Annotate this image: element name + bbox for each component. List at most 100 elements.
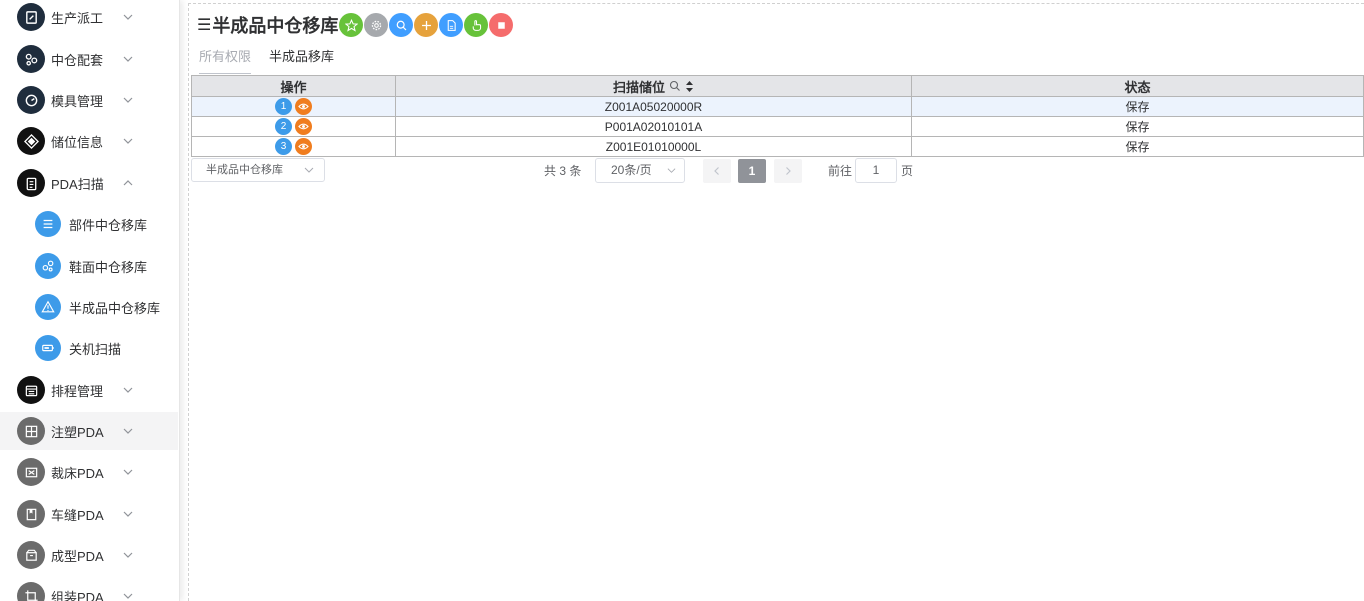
chevron-right-icon [786,167,791,175]
sidebar-item-pda-scan[interactable]: PDA扫描 [0,164,178,202]
page-number-current[interactable]: 1 [738,159,766,183]
box-icon [17,541,45,569]
list-icon [35,211,61,237]
sidebar-subitem-label: 关机扫描 [69,341,122,357]
grid-icon [17,417,45,445]
favorite-button[interactable] [339,13,364,37]
chevron-down-icon [123,138,133,144]
sidebar-item-mold-management[interactable]: 模具管理 [0,81,178,119]
next-page-button[interactable] [774,159,802,183]
menu-toggle-icon[interactable]: ☰ [197,15,211,35]
chevron-left-icon [714,167,719,175]
share-nodes-icon [35,253,61,279]
add-button[interactable] [414,13,439,37]
sidebar-subitem-label: 鞋面中仓移库 [69,259,148,275]
page-size-select[interactable]: 20条/页 [595,158,685,183]
crop-icon [17,582,45,601]
sidebar-item-storage-info[interactable]: 储位信息 [0,122,178,160]
sidebar: 生产派工 中仓配套 模具管理 储位信息 PDA扫描 部件中仓移库 鞋面中仓移库 … [0,0,180,601]
search-icon [396,20,407,30]
goto-page-input[interactable]: 1 [855,158,897,183]
table-header-row: 操作 扫描储位 状态 [191,75,1364,97]
sidebar-item-central-kit[interactable]: 中仓配套 [0,40,178,78]
cut-icon [17,458,45,486]
prev-page-button[interactable] [703,159,731,183]
plus-icon [421,20,431,30]
sidebar-item-injection-pda[interactable]: 注塑PDA [0,412,178,450]
sidebar-item-forming-pda[interactable]: 成型PDA [0,536,178,574]
warning-icon [35,294,61,320]
eye-icon [298,123,309,130]
bookmark-icon [17,500,45,528]
data-table: 操作 扫描储位 状态 1 Z001A05020000R 保存 2 P001A02… [191,75,1364,157]
table-row[interactable]: 2 P001A02010101A 保存 [191,116,1364,137]
sidebar-item-label: 生产派工 [51,10,104,26]
view-button[interactable] [295,138,312,155]
goto-label: 前往 [828,164,853,178]
column-header-scan-location[interactable]: 扫描储位 [395,75,912,97]
main-panel: ☰ 半成品中仓移库 所有权限 半成品移库 操作 扫描储位 状态 1 Z001A0… [188,3,1364,601]
sidebar-item-label: 成型PDA [51,548,104,564]
sidebar-item-production-dispatch[interactable]: 生产派工 [0,0,178,36]
share-nodes-icon [17,45,45,73]
search-icon[interactable] [669,80,681,92]
title-bar: ☰ 半成品中仓移库 [197,12,514,38]
chevron-up-icon [123,180,133,186]
clipboard-icon [17,169,45,197]
tab-semi-product-transfer[interactable]: 半成品移库 [269,48,334,74]
document-icon [447,19,456,31]
star-icon [344,18,358,32]
hand-icon [472,19,481,31]
sidebar-item-label: 车缝PDA [51,507,104,523]
page-size-value: 20条/页 [611,163,652,177]
chevron-down-icon [123,593,133,599]
total-count: 共 3 条 [544,164,582,178]
settings-button[interactable] [364,13,389,37]
chevron-down-icon [123,14,133,20]
view-button[interactable] [295,98,312,115]
column-header-operation: 操作 [191,75,396,97]
chevron-down-icon [123,56,133,62]
table-row[interactable]: 1 Z001A05020000R 保存 [191,96,1364,117]
eye-icon [298,103,309,110]
chevron-down-icon [123,97,133,103]
chevron-down-icon [123,469,133,475]
sort-icon[interactable] [685,80,694,93]
location-cell: Z001A05020000R [395,96,912,117]
tab-bar: 所有权限 半成品移库 [199,48,352,74]
hand-button[interactable] [464,13,489,37]
status-cell: 保存 [911,136,1364,157]
sidebar-subitem-upper-transfer[interactable]: 鞋面中仓移库 [0,247,178,285]
tab-all-permissions[interactable]: 所有权限 [199,48,252,74]
sidebar-item-label: 排程管理 [51,383,104,399]
page-unit-label: 页 [901,164,914,178]
diamond-grid-icon [17,127,45,155]
document-button[interactable] [439,13,464,37]
chevron-down-icon [123,387,133,393]
sidebar-subitem-parts-transfer[interactable]: 部件中仓移库 [0,205,178,243]
sidebar-item-cutting-pda[interactable]: 裁床PDA [0,453,178,491]
stop-button[interactable] [489,13,514,37]
status-cell: 保存 [911,96,1364,117]
sidebar-item-assembly-pda[interactable]: 组装PDA [0,577,178,601]
sidebar-item-sewing-pda[interactable]: 车缝PDA [0,495,178,533]
view-select[interactable]: 半成品中仓移库 [191,158,325,182]
sidebar-subitem-semi-product-transfer[interactable]: 半成品中仓移库 [0,288,178,326]
edit-doc-icon [17,3,45,31]
sidebar-item-label: 模具管理 [51,93,104,109]
search-button[interactable] [389,13,414,37]
sidebar-subitem-label: 半成品中仓移库 [69,300,161,316]
view-button[interactable] [295,118,312,135]
row-index-badge: 1 [275,98,292,115]
sidebar-item-label: 中仓配套 [51,52,104,68]
view-select-value: 半成品中仓移库 [206,164,283,176]
sidebar-subitem-shutdown-scan[interactable]: 关机扫描 [0,329,178,367]
location-cell: P001A02010101A [395,116,912,137]
table-row[interactable]: 3 Z001E01010000L 保存 [191,136,1364,157]
sidebar-item-label: 组装PDA [51,589,104,601]
column-header-status: 状态 [911,75,1364,97]
location-cell: Z001E01010000L [395,136,912,157]
eye-icon [298,143,309,150]
sidebar-item-scheduling[interactable]: 排程管理 [0,371,178,409]
chevron-down-icon [667,168,676,173]
